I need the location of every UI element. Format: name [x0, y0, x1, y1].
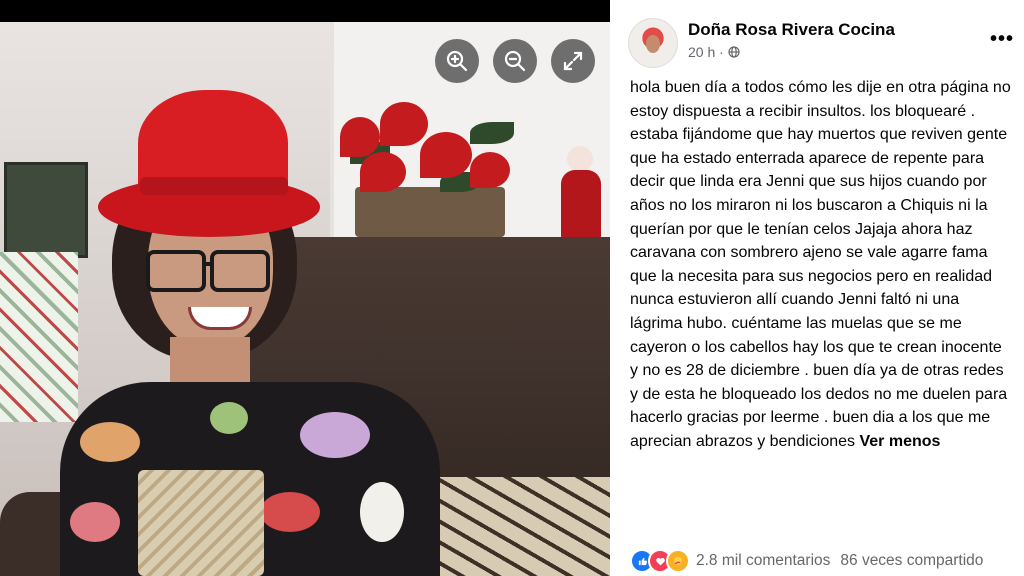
red-hat-band	[140, 177, 288, 195]
patterned-cushion	[430, 477, 610, 576]
glasses-left-lens	[146, 250, 206, 292]
post-text: hola buen día a todos cómo les dije en o…	[630, 76, 1014, 454]
post-panel: Doña Rosa Rivera Cocina 20 h · ••• hola …	[610, 0, 1024, 576]
author-name[interactable]: Doña Rosa Rivera Cocina	[688, 20, 895, 40]
more-options-button[interactable]: •••	[990, 28, 1014, 51]
post-body: hola buen día a todos cómo les dije en o…	[630, 79, 1011, 450]
wrapped-box	[138, 470, 264, 576]
post-meta: 20 h ·	[688, 44, 740, 60]
globe-icon[interactable]	[728, 46, 740, 58]
expand-icon	[563, 51, 583, 71]
care-icon[interactable]	[666, 549, 690, 573]
shares-count[interactable]: 86 veces compartido	[840, 552, 983, 570]
comments-count[interactable]: 2.8 mil comentarios	[696, 552, 830, 570]
post-time[interactable]: 20 h ·	[688, 44, 724, 60]
zoom-in-icon	[446, 50, 468, 72]
see-less-link[interactable]: Ver menos	[859, 433, 940, 450]
glasses-right-lens	[210, 250, 270, 292]
santa-figurine	[553, 132, 608, 242]
zoom-out-button[interactable]	[493, 39, 537, 83]
zoom-in-button[interactable]	[435, 39, 479, 83]
author-avatar[interactable]	[628, 18, 678, 68]
zoom-out-icon	[504, 50, 526, 72]
fullscreen-button[interactable]	[551, 39, 595, 83]
reactions-bar: 2.8 mil comentarios 86 veces compartido	[630, 548, 1024, 574]
post-photo[interactable]	[0, 22, 610, 576]
glasses-bridge	[202, 262, 214, 266]
